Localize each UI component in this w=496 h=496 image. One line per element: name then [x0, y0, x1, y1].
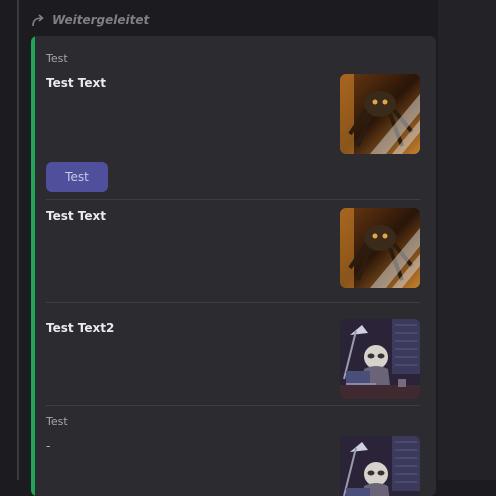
embed-title[interactable]: Test Text — [46, 209, 106, 223]
embed-author: Test — [46, 415, 68, 428]
embed-section-2: Test Text — [46, 200, 420, 302]
embed-author: Test — [46, 52, 68, 65]
sloth-laptop-image[interactable] — [340, 436, 420, 496]
embed-section-4: Test - — [46, 406, 420, 496]
embed-title[interactable]: Test Text — [46, 76, 106, 90]
forwarded-embed-card: Test Test Text Test Test Text Test Text2… — [31, 36, 436, 496]
forwarded-header: Weitergeleitet — [31, 10, 149, 30]
embed-section-3: Test Text2 — [46, 303, 420, 405]
embed-description: - — [46, 439, 51, 453]
thread-line — [17, 0, 19, 480]
forward-arrow-icon — [32, 14, 44, 27]
embed-section-1: Test Test Text Test — [46, 36, 420, 196]
embed-accent-bar — [31, 36, 35, 496]
embed-title[interactable]: Test Text2 — [46, 321, 114, 335]
right-panel — [438, 0, 496, 480]
spider-robot-image[interactable] — [340, 208, 420, 288]
forwarded-label: Weitergeleitet — [52, 13, 150, 27]
test-button[interactable]: Test — [46, 162, 108, 192]
spider-robot-image[interactable] — [340, 74, 420, 154]
sloth-laptop-image[interactable] — [340, 319, 420, 399]
